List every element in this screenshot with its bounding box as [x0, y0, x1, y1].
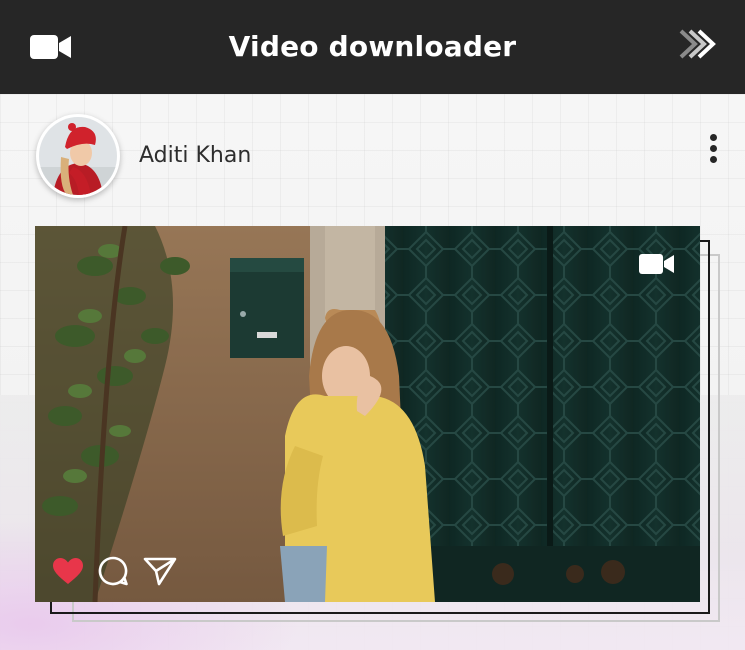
comment-icon[interactable] — [97, 555, 129, 587]
more-options-button[interactable] — [700, 132, 728, 164]
share-icon[interactable] — [143, 556, 177, 586]
page-title: Video downloader — [228, 30, 517, 63]
video-camera-icon — [639, 254, 674, 274]
vertical-ellipsis-icon — [710, 134, 717, 141]
avatar[interactable] — [36, 114, 120, 198]
username[interactable]: Aditi Khan — [139, 138, 251, 174]
avatar-photo — [39, 117, 117, 195]
post-media[interactable] — [35, 226, 700, 602]
heart-icon[interactable] — [52, 557, 84, 585]
post-photo — [35, 226, 700, 602]
app-header: Video downloader — [0, 0, 745, 94]
double-chevron-right-icon[interactable] — [678, 28, 716, 60]
